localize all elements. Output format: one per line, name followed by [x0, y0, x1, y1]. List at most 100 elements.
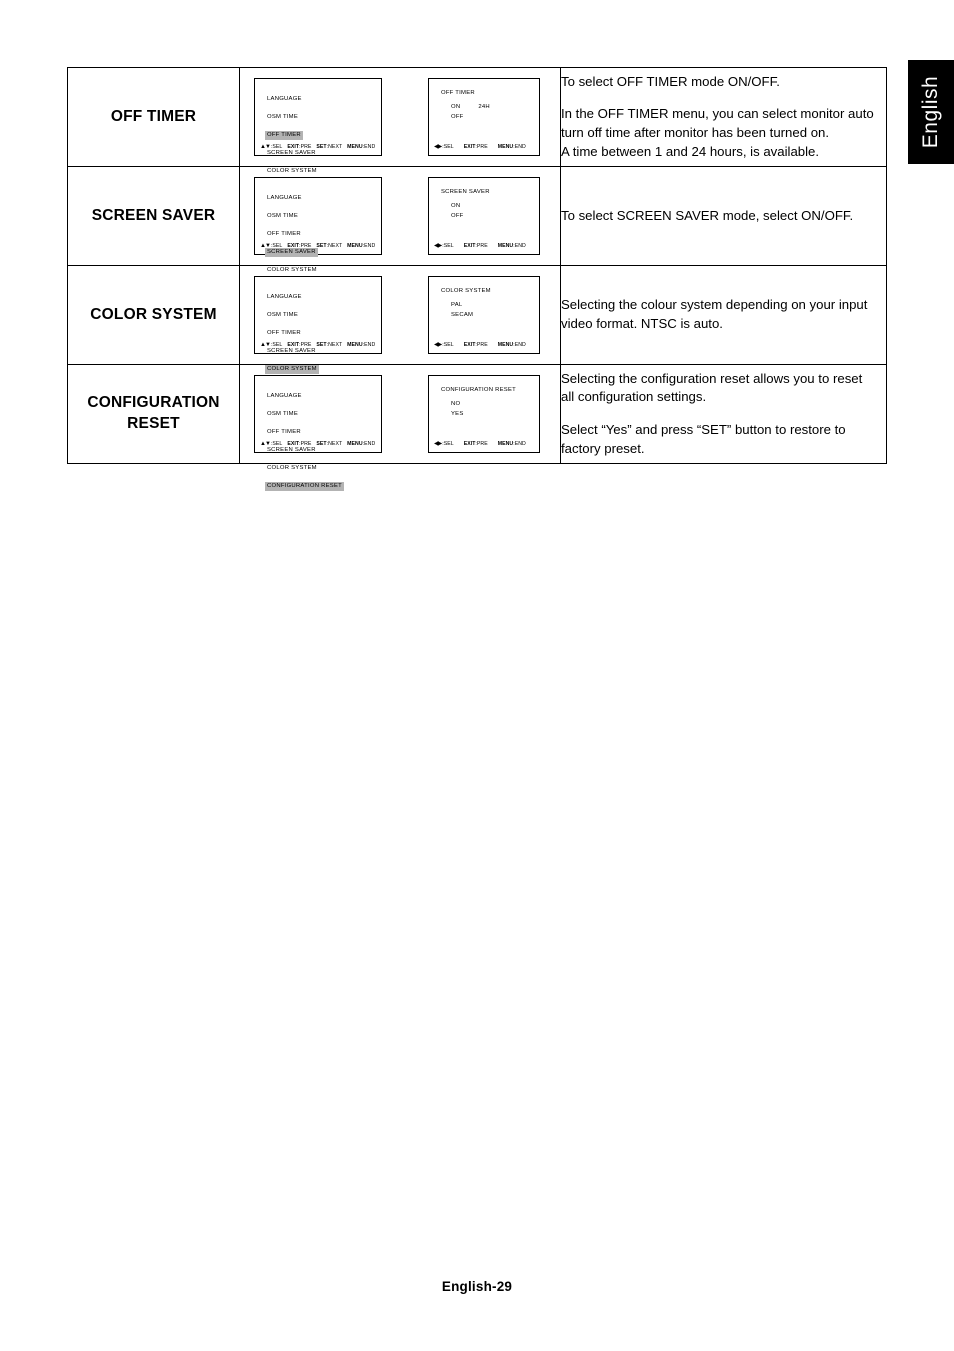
table-row: OFF TIMER LANGUAGE OSM TIME OFF TIMER SCREEN…: [67, 67, 887, 192]
osd-menu-item-3[interactable]: SCREEN SAVER: [265, 446, 318, 455]
row-label-0: OFF TIMER: [67, 67, 240, 167]
osd-submenu-option-0[interactable]: ON 24H: [451, 103, 539, 112]
osd-menu-item-0[interactable]: LANGUAGE: [265, 95, 304, 104]
osd-submenu-options: PAL SECAM: [429, 301, 539, 320]
osd-submenu-option-0[interactable]: PAL: [451, 301, 539, 310]
osd-menu-item-0[interactable]: LANGUAGE: [265, 293, 304, 302]
osd-submenu-option-1[interactable]: OFF: [451, 113, 539, 122]
footer-sel: :SEL: [270, 441, 283, 447]
footer-set: SET:NEXT: [316, 441, 343, 447]
osd-submenu-title: OFF TIMER: [441, 90, 475, 96]
footer-menu-key: MENU: [497, 143, 514, 150]
osd-pair: LANGUAGE OSM TIME OFF TIMER SCREEN SAVER COL…: [240, 266, 560, 390]
leftright-arrows-icon: ◀▶: [434, 243, 442, 249]
osd-submenu-option-0[interactable]: NO: [451, 400, 539, 409]
osd-menu-line: OFF TIMER: [267, 321, 381, 339]
footer-exit: EXIT:PRE: [287, 441, 312, 447]
footer-sel: :SEL: [270, 342, 283, 348]
page-footer: English-29: [0, 1279, 954, 1294]
osd-menu-line: CONFIGURATION RESET: [265, 474, 381, 492]
osd-menu-line: LANGUAGE: [267, 87, 381, 105]
language-tab: English: [908, 60, 954, 164]
osd-submenu-option-1[interactable]: YES: [451, 410, 539, 419]
osd-menu-item-1[interactable]: OSM TIME: [265, 212, 300, 221]
osd-screens-3: LANGUAGE OSM TIME OFF TIMER SCREEN SAVER COL…: [239, 364, 561, 492]
osd-submenu-option-1[interactable]: SECAM: [451, 311, 539, 320]
osd-submenu-title: SCREEN SAVER: [441, 189, 490, 195]
osd-submenu-screen: OFF TIMER ON 24H OFF ◀▶:SEL EXIT:PRE MENU:END: [428, 78, 540, 156]
footer-menu: MENU:END: [497, 341, 526, 348]
footer-sel: :SEL: [270, 144, 283, 150]
footer-menu: MENU:END: [497, 242, 526, 249]
row-label-line1: COLOR SYSTEM: [90, 305, 217, 323]
footer-exit: EXIT:PRE: [463, 440, 488, 447]
updown-arrows-icon: ▲▼: [260, 441, 271, 447]
osd-menu-item-4[interactable]: COLOR SYSTEM: [265, 365, 319, 375]
leftright-arrows-icon: ◀▶: [434, 144, 442, 150]
footer-menu-key: MENU: [497, 341, 514, 348]
updown-arrows-icon: ▲▼: [260, 243, 271, 249]
osd-menu-item-0[interactable]: LANGUAGE: [265, 194, 304, 203]
description-line-0: Selecting the configuration reset allows…: [561, 370, 863, 386]
description-line-4: factory preset.: [561, 440, 645, 456]
osd-menu-item-4[interactable]: COLOR SYSTEM: [265, 464, 319, 473]
osd-menu-item-1[interactable]: OSM TIME: [265, 113, 300, 122]
footer-exit: EXIT:PRE: [287, 243, 312, 249]
footer-exit-key: EXIT: [287, 144, 300, 150]
osd-menu-item-4[interactable]: COLOR SYSTEM: [265, 167, 319, 176]
osd-submenu-option-0[interactable]: ON: [451, 202, 539, 211]
row-description-1: To select SCREEN SAVER mode, select ON/O…: [560, 166, 887, 266]
footer-sel: :SEL: [442, 440, 454, 447]
footer-exit: EXIT:PRE: [463, 341, 488, 348]
row-description-0: To select OFF TIMER mode ON/OFF. In the O…: [560, 67, 887, 167]
osd-menu-list: LANGUAGE OSM TIME OFF TIMER SCREEN SAVER COL…: [255, 384, 381, 492]
osd-menu-item-3[interactable]: SCREEN SAVER: [265, 149, 318, 158]
osd-menu-line: COLOR SYSTEM: [265, 357, 381, 375]
osd-menu-item-1[interactable]: OSM TIME: [265, 311, 300, 320]
footer-sel: :SEL: [442, 341, 454, 348]
osd-sub-footer: ◀▶:SEL EXIT:PRE MENU:END: [429, 341, 539, 349]
osd-menu-item-3[interactable]: SCREEN SAVER: [265, 347, 318, 356]
footer-menu: MENU:END: [347, 243, 376, 249]
osd-submenu-option-1[interactable]: OFF: [451, 212, 539, 221]
osd-menu-item-2[interactable]: OFF TIMER: [265, 428, 303, 437]
osd-menu-footer: ▲▼:SEL EXIT:PRE SET:NEXT MENU:END: [255, 144, 381, 150]
table-row: COLOR SYSTEM LANGUAGE OSM TIME OFF TIMER SCR…: [67, 265, 887, 390]
row-label-line1: OFF TIMER: [110, 107, 197, 125]
osd-menu-line: COLOR SYSTEM: [267, 159, 381, 177]
osd-main-menu-screen: LANGUAGE OSM TIME OFF TIMER SCREEN SAVER COL…: [254, 276, 382, 390]
osd-submenu-options: NO YES: [429, 400, 539, 419]
osd-menu-item-2[interactable]: OFF TIMER: [265, 131, 303, 141]
footer-sel: :SEL: [442, 242, 454, 249]
osd-menu-item-0[interactable]: LANGUAGE: [265, 392, 304, 401]
footer-sel: :SEL: [442, 143, 454, 150]
osd-menu-item-3[interactable]: SCREEN SAVER: [265, 248, 318, 258]
footer-menu: MENU:END: [497, 440, 526, 447]
footer-exit-key: EXIT: [287, 342, 300, 348]
row-label-line1: CONFIGURATION: [87, 394, 220, 412]
osd-menu-item-5[interactable]: CONFIGURATION RESET: [265, 482, 345, 492]
table-row: SCREEN SAVER LANGUAGE OSM TIME OFF TIMER SCR…: [67, 166, 887, 291]
leftright-arrows-icon: ◀▶: [434, 342, 442, 348]
description-line-0: To select OFF TIMER mode ON/OFF.: [561, 73, 780, 89]
footer-sel: :SEL: [270, 243, 283, 249]
osd-menu-item-4[interactable]: COLOR SYSTEM: [265, 266, 319, 275]
osd-submenu-screen: SCREEN SAVER ON OFF ◀▶:SEL EXIT:PRE MENU:END: [428, 177, 540, 255]
footer-set-key: SET: [316, 441, 327, 447]
footer-menu-key: MENU: [497, 440, 514, 447]
description-line-2: In the OFF TIMER menu, you can select mo…: [561, 106, 874, 122]
osd-menu-line: OSM TIME: [267, 402, 381, 420]
osd-menu-line: COLOR SYSTEM: [267, 258, 381, 276]
osd-sub-footer: ◀▶:SEL EXIT:PRE MENU:END: [429, 143, 539, 151]
osd-menu-line: LANGUAGE: [267, 285, 381, 303]
description-line-0: To select SCREEN SAVER mode, select ON/O…: [561, 207, 854, 223]
table-row: CONFIGURATION RESET LANGUAGE OSM TIME OFF TI…: [67, 364, 887, 492]
osd-menu-item-2[interactable]: OFF TIMER: [265, 230, 303, 239]
footer-set-key: SET: [316, 243, 327, 249]
osd-main-menu-screen: LANGUAGE OSM TIME OFF TIMER SCREEN SAVER COL…: [254, 375, 382, 492]
osd-menu-item-2[interactable]: OFF TIMER: [265, 329, 303, 338]
osd-menu-item-1[interactable]: OSM TIME: [265, 410, 300, 419]
row-label-line1: SCREEN SAVER: [91, 206, 216, 224]
footer-set: SET:NEXT: [316, 342, 343, 348]
